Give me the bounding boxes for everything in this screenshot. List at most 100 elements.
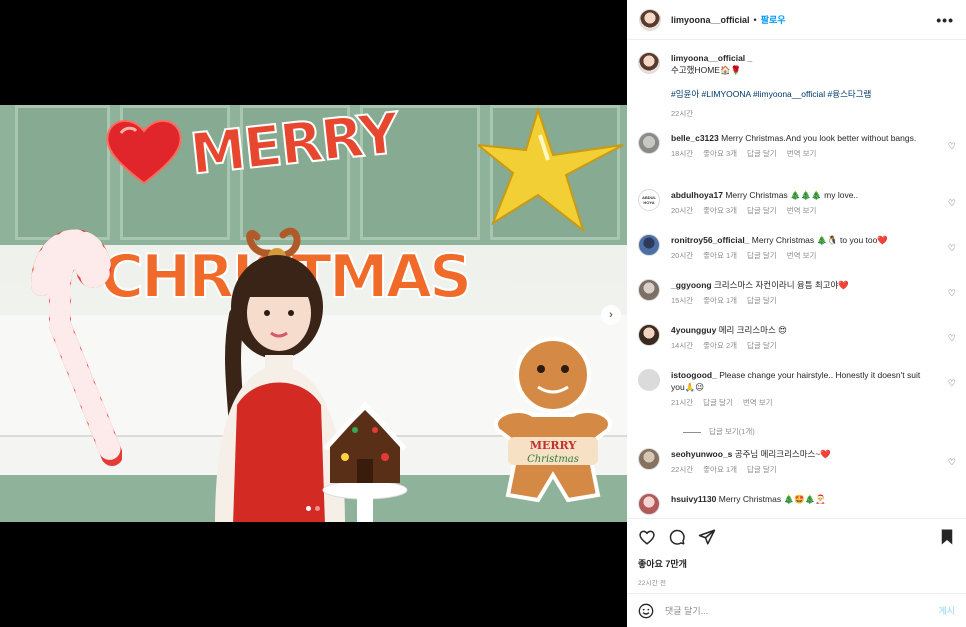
comment-item: seohyunwoo_s 공주님 메리크리스마스~❤️ 22시간 좋아요 1개 … (638, 448, 958, 476)
comment-item: hsuivy1130 Merry Christmas 🎄🤩🎄🎅 (638, 493, 958, 515)
post-header: limyoona__official • 팔로우 ••• (627, 0, 966, 40)
comment-item: _ggyoong 크리스마스 자컨이라니 융틈 최고야❤️ 15시간 좋아요 1… (638, 279, 958, 307)
comment-username[interactable]: 4youngguy (671, 325, 716, 335)
comment-input[interactable] (665, 605, 939, 616)
likes-count[interactable]: 좋아요 7만개 (638, 557, 955, 570)
reply-button[interactable]: 답글 달기 (747, 148, 777, 160)
post-media[interactable]: MERRY CHRISTMAS MERRY Christmas (0, 0, 627, 627)
reply-button[interactable]: 답글 달기 (747, 250, 777, 262)
translate-button[interactable]: 번역 보기 (787, 250, 817, 262)
carousel-dot (306, 506, 311, 511)
caption-username[interactable]: limyoona__official _ (671, 53, 752, 63)
comment-item: 4youngguy 메리 크리스마스 😍 14시간 좋아요 2개 답글 달기 ♡ (638, 324, 958, 352)
caption-time: 22시간 (671, 109, 694, 118)
add-comment-bar: 게시 (627, 593, 966, 627)
comment-likes[interactable]: 좋아요 1개 (703, 464, 737, 476)
translate-button[interactable]: 번역 보기 (787, 148, 817, 160)
emoji-icon[interactable] (638, 603, 654, 619)
carousel-dots (306, 506, 320, 511)
like-comment-icon[interactable]: ♡ (948, 288, 956, 299)
carousel-dot (315, 506, 320, 511)
like-comment-icon[interactable]: ♡ (948, 243, 956, 254)
translate-button[interactable]: 번역 보기 (743, 397, 773, 409)
comment-text: Merry Christmas 🎄🐧 to you too❤️ (751, 235, 888, 245)
caption: limyoona__official _ 수고했HOME🏠🌹 #임윤아 #LIM… (638, 52, 958, 120)
like-comment-icon[interactable]: ♡ (948, 333, 956, 344)
comment-username[interactable]: ronitroy56_official_ (671, 235, 749, 245)
commenter-avatar[interactable] (638, 493, 660, 515)
person-with-gingerbread-house (215, 227, 408, 522)
commenter-avatar[interactable]: ABDUL HOYA (638, 189, 660, 211)
gingerbread-balloon: MERRY Christmas (494, 337, 612, 503)
comment-likes[interactable]: 좋아요 2개 (703, 340, 737, 352)
like-comment-icon[interactable]: ♡ (948, 141, 956, 152)
replies-line (683, 431, 701, 433)
comment-text: 공주님 메리크리스마스~❤️ (734, 449, 831, 459)
caption-hashtags[interactable]: #임윤아 #LIMYOONA #limyoona__official #융스타그… (671, 88, 936, 100)
commenter-avatar[interactable] (638, 448, 660, 470)
comment-time: 20시간 (671, 206, 694, 215)
comment-username[interactable]: belle_c3123 (671, 133, 719, 143)
reply-button[interactable]: 답글 달기 (747, 340, 777, 352)
commenter-avatar[interactable] (638, 324, 660, 346)
view-replies[interactable]: 답글 보기(1개) (683, 426, 936, 438)
post-photo: MERRY CHRISTMAS MERRY Christmas (0, 105, 627, 522)
reply-button[interactable]: 답글 달기 (747, 464, 777, 476)
comment-text: 메리 크리스마스 😍 (718, 325, 788, 335)
comment-username[interactable]: seohyunwoo_s (671, 449, 732, 459)
share-paper-plane-icon[interactable] (698, 528, 716, 546)
comment-time: 18시간 (671, 149, 694, 158)
star-balloon (478, 106, 624, 233)
reply-button[interactable]: 답글 달기 (747, 295, 777, 307)
comment-text: Merry Christmas 🎄🎄🎄 my love.. (725, 190, 859, 200)
comment-item: istoogood_ Please change your hairstyle.… (638, 369, 958, 438)
comment-likes[interactable]: 좋아요 3개 (703, 148, 737, 160)
comment-likes[interactable]: 좋아요 3개 (703, 205, 737, 217)
ginger-text-1: MERRY (530, 439, 577, 452)
translate-button[interactable]: 번역 보기 (787, 205, 817, 217)
comment-bubble-icon[interactable] (668, 528, 686, 546)
bookmark-icon[interactable] (939, 528, 955, 546)
comment-text: Merry Christmas.And you look better with… (721, 133, 917, 143)
comment-likes[interactable]: 좋아요 1개 (703, 295, 737, 307)
reply-button[interactable]: 답글 달기 (703, 397, 733, 409)
commenter-avatar[interactable] (638, 234, 660, 256)
comment-username[interactable]: istoogood_ (671, 370, 717, 380)
follow-button[interactable]: 팔로우 (761, 13, 786, 26)
next-arrow-icon[interactable]: › (601, 305, 621, 325)
like-comment-icon[interactable]: ♡ (948, 457, 956, 468)
comment-time: 22시간 (671, 465, 694, 474)
post-actions: 좋아요 7만개 22시간 전 (627, 518, 966, 593)
comment-username[interactable]: _ggyoong (671, 280, 712, 290)
commenter-avatar[interactable] (638, 132, 660, 154)
separator-dot: • (753, 14, 757, 25)
post-comment-button[interactable]: 게시 (938, 604, 955, 617)
heart-balloon (106, 119, 182, 185)
comment-text: Merry Christmas 🎄🤩🎄🎅 (718, 494, 826, 504)
like-comment-icon[interactable]: ♡ (948, 378, 956, 389)
reply-button[interactable]: 답글 달기 (747, 205, 777, 217)
more-options-icon[interactable]: ••• (936, 12, 954, 28)
comment-time: 15시간 (671, 296, 694, 305)
like-heart-icon[interactable] (638, 528, 656, 546)
commenter-avatar[interactable] (638, 279, 660, 301)
comments-list[interactable]: limyoona__official _ 수고했HOME🏠🌹 #임윤아 #LIM… (627, 48, 966, 518)
comment-time: 14시간 (671, 341, 694, 350)
caption-text: 수고했HOME🏠🌹 (671, 65, 742, 75)
post-time: 22시간 전 (638, 580, 667, 587)
view-replies-label[interactable]: 답글 보기(1개) (709, 426, 755, 438)
comment-time: 20시간 (671, 251, 694, 260)
comment-item: belle_c3123 Merry Christmas.And you look… (638, 132, 958, 160)
comment-username[interactable]: abdulhoya17 (671, 190, 723, 200)
author-avatar[interactable] (638, 52, 660, 74)
comment-username[interactable]: hsuivy1130 (671, 494, 716, 504)
post-side-panel: limyoona__official • 팔로우 ••• limyoona__o… (627, 0, 966, 627)
comment-item: ronitroy56_official_ Merry Christmas 🎄🐧 … (638, 234, 958, 262)
comment-time: 21시간 (671, 398, 694, 407)
comment-likes[interactable]: 좋아요 1개 (703, 250, 737, 262)
commenter-avatar[interactable] (638, 369, 660, 391)
author-username[interactable]: limyoona__official (671, 15, 750, 25)
like-comment-icon[interactable]: ♡ (948, 198, 956, 209)
author-avatar[interactable] (639, 8, 661, 31)
comment-item: ABDUL HOYA abdulhoya17 Merry Christmas 🎄… (638, 189, 958, 217)
